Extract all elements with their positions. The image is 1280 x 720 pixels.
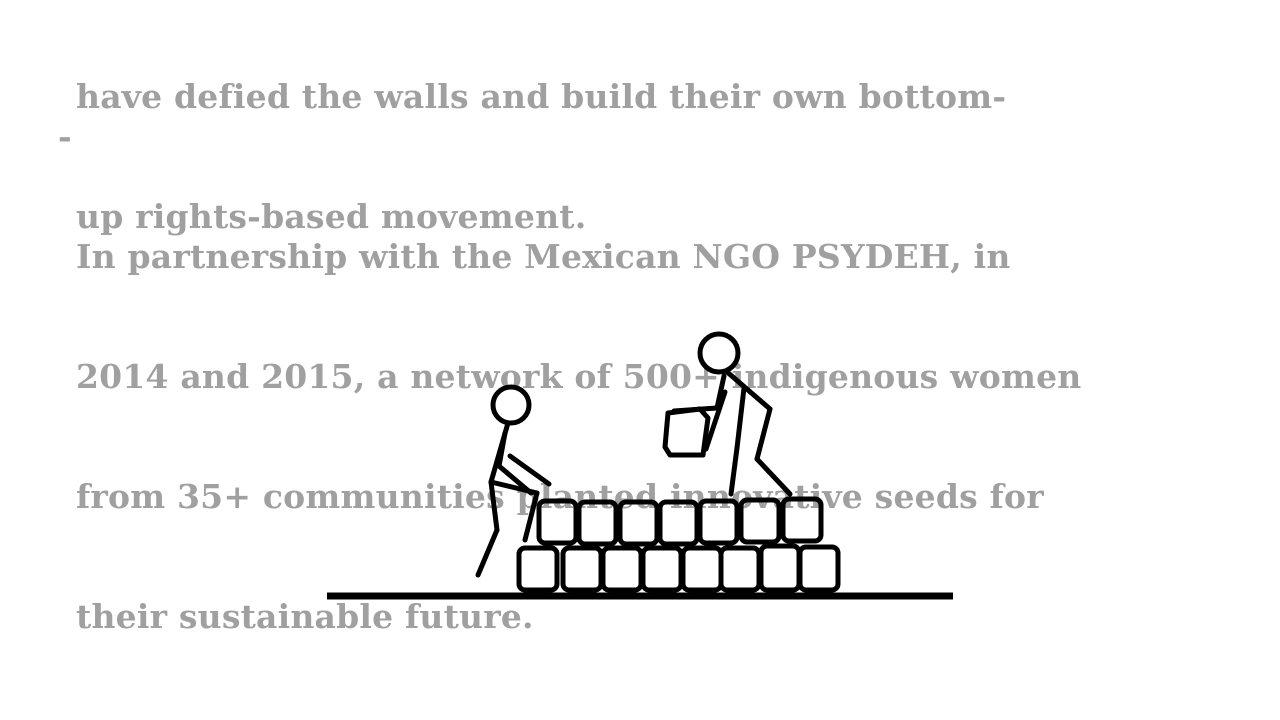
stick-figures-building-wall-icon bbox=[327, 331, 953, 600]
slide: have defied the walls and build their ow… bbox=[0, 0, 1280, 720]
block-row-bottom bbox=[516, 543, 841, 593]
right-stick-figure bbox=[662, 331, 793, 497]
block-row-top bbox=[536, 496, 824, 547]
